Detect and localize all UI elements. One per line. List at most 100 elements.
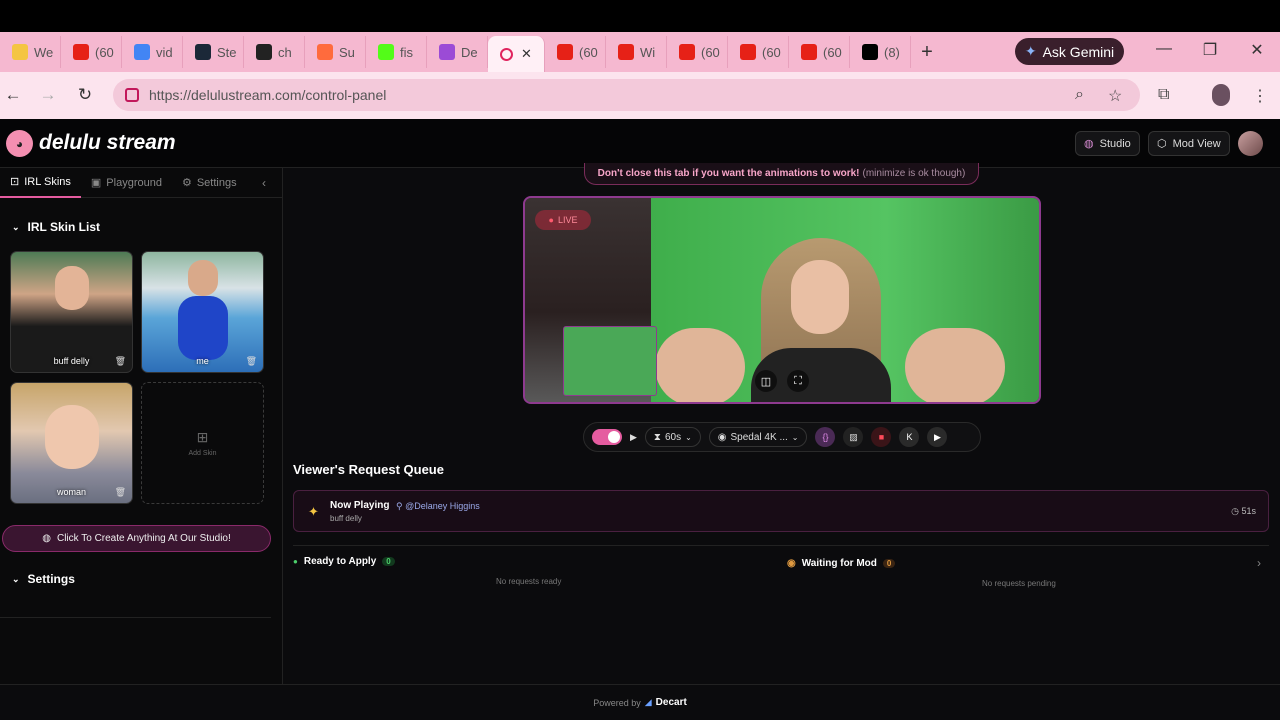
now-playing-card: ✦ Now Playing ⚲ @Delaney Higgins buff de… [293,490,1269,532]
settings-section-header[interactable]: ⌄ Settings [12,572,75,586]
site-info-icon[interactable] [125,88,139,102]
tab-playground-label: Playground [106,176,162,189]
trash-icon[interactable]: 🗑 [246,356,257,367]
profile-avatar[interactable] [1212,84,1230,106]
browser-tab[interactable]: Wi [606,36,667,68]
animation-notice: Don't close this tab if you want the ani… [584,163,979,185]
hourglass-icon: ⧗ [653,431,661,443]
create-button-label: Click To Create Anything At Our Studio! [56,533,231,544]
reddit-icon [317,44,333,60]
mod-view-label: Mod View [1172,137,1221,150]
waiting-empty-text: No requests pending [982,579,1056,588]
divider [293,545,1269,546]
back-icon[interactable]: ← [2,85,24,105]
waiting-count-badge: 0 [882,559,896,568]
kick-icon[interactable]: K [899,427,920,447]
youtube-icon[interactable]: ▶ [927,427,948,447]
camera-select[interactable]: ◉ Spedal 4K ... ⌄ [708,427,808,447]
user-avatar[interactable] [1238,131,1263,156]
tab-playground[interactable]: ▣ Playground [81,168,172,198]
green-dot-icon: ● [293,557,298,566]
skin-list-header[interactable]: ⌄ IRL Skin List [12,220,100,234]
minimize-icon[interactable]: — [1154,40,1174,58]
brackets-icon[interactable]: {} [815,427,836,447]
live-video-preview[interactable]: ● LIVE ◫ ⛶ [523,196,1041,404]
image-settings-icon[interactable]: ▨ [843,427,864,447]
tab-title: fis [400,44,413,60]
close-window-icon[interactable]: ✕ [1247,40,1267,60]
stop-icon[interactable]: ■ [871,427,892,447]
browser-tab[interactable]: (60 [789,36,850,68]
now-playing-timer: ◷ 51s [1231,506,1256,517]
tab-title: Wi [640,44,656,60]
browser-tab-active[interactable]: ✕ [488,36,545,72]
url-field[interactable]: https://delulustream.com/control-panel [113,79,1140,111]
create-at-studio-button[interactable]: ◍ Click To Create Anything At Our Studio… [2,525,271,552]
browser-tab[interactable]: fis [366,36,427,68]
skin-card[interactable]: woman 🗑 [10,382,133,504]
youtube-icon [73,44,89,60]
browser-tab[interactable]: (8) [850,36,911,68]
browser-tab[interactable]: We [0,36,61,68]
browser-tab[interactable]: (60 [728,36,789,68]
source-preview-thumbnail[interactable] [563,326,657,396]
requester-user[interactable]: ⚲ @Delaney Higgins [396,501,480,512]
skin-card[interactable]: me 🗑 [141,251,264,373]
browser-tab[interactable]: (60 [545,36,606,68]
fullscreen-icon[interactable]: ⛶ [787,370,809,392]
youtube-icon [801,44,817,60]
browser-tab[interactable]: ch [244,36,305,68]
trash-icon[interactable]: 🗑 [115,487,126,498]
tab-settings-label: Settings [196,176,237,189]
ask-gemini-button[interactable]: ✦ Ask Gemini [1015,38,1124,65]
browser-tab[interactable]: Ste [183,36,244,68]
forward-icon[interactable]: → [37,85,59,105]
collapse-sidebar-icon[interactable]: ‹ [262,176,266,190]
camera-value: Spedal 4K ... [730,431,788,443]
palette-icon: ◍ [42,533,51,544]
tab-title: (60 [762,44,781,60]
trash-icon[interactable]: 🗑 [115,356,126,367]
browser-tab[interactable]: De [427,36,488,68]
stream-toggle[interactable] [592,429,622,445]
mod-view-button[interactable]: ⬡ Mod View [1148,131,1230,156]
tab-settings[interactable]: ⚙ Settings [172,168,247,198]
reload-icon[interactable]: ↻ [74,85,96,105]
user-icon: ⚲ [396,501,403,511]
tab-irl-skins[interactable]: ⊡ IRL Skins [0,168,81,198]
ready-count-badge: 0 [382,557,395,566]
settings-section-title: Settings [27,572,75,586]
browser-tab[interactable]: (60 [667,36,728,68]
requester-name: @Delaney Higgins [405,501,480,511]
studio-button[interactable]: ◍ Studio [1075,131,1140,156]
streamer-face [791,260,849,334]
zoom-icon[interactable]: ⌕ [1075,86,1084,104]
tab-title: (8) [884,44,900,60]
play-icon[interactable]: ▶ [630,432,637,443]
bookmark-star-icon[interactable]: ☆ [1108,86,1122,106]
chevron-right-icon[interactable]: › [1257,556,1261,570]
duration-select[interactable]: ⧗ 60s ⌄ [644,427,701,447]
streamer-arm [655,328,745,402]
new-tab-button[interactable]: + [911,41,943,64]
extensions-icon[interactable]: ⧉ [1158,86,1169,104]
decart-brand[interactable]: Decart [656,697,687,708]
tab-close-icon[interactable]: ✕ [521,46,532,62]
brand-title[interactable]: delulu stream [39,131,176,155]
timer-value: 51s [1241,506,1256,516]
browser-tab[interactable]: (60 [61,36,122,68]
skin-card[interactable]: buff delly 🗑 [10,251,133,373]
browser-tab[interactable]: vid [122,36,183,68]
add-skin-button[interactable]: ⊞ Add Skin [141,382,264,504]
restore-icon[interactable]: ❐ [1200,40,1220,60]
skin-face [55,266,89,310]
skin-list-title: IRL Skin List [27,220,101,234]
duration-value: 60s [664,431,682,443]
browser-tab[interactable]: Su [305,36,366,68]
live-dot-icon: ● [548,215,554,225]
app-header: ◕ delulu stream ◍ Studio ⬡ Mod View [0,119,1280,168]
menu-kebab-icon[interactable]: ⋮ [1252,86,1268,106]
tab-title: Su [339,44,355,60]
palette-icon: ◍ [1084,138,1094,150]
split-view-icon[interactable]: ◫ [755,370,777,392]
